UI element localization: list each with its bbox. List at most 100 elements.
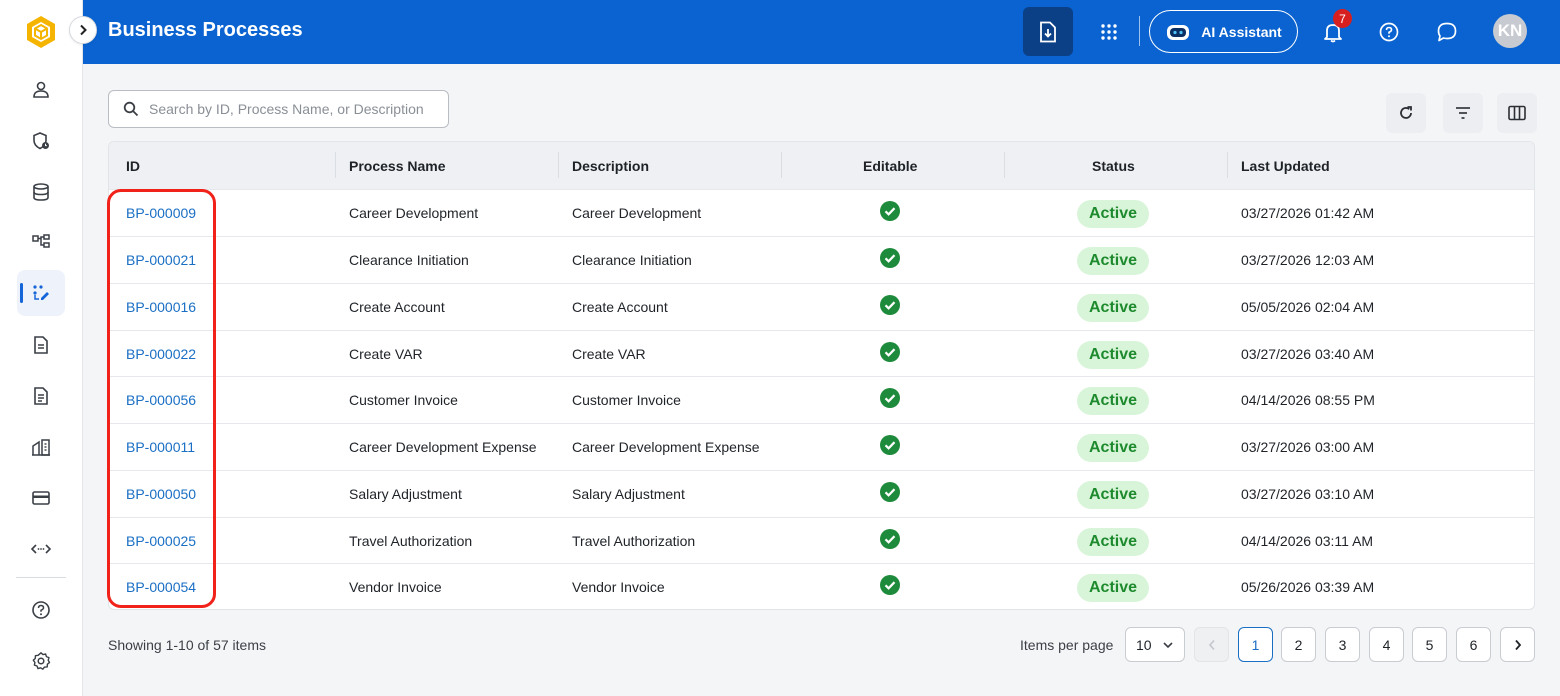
table-row[interactable]: BP-000025 Travel Authorization Travel Au… [109, 517, 1534, 564]
rail-reports[interactable] [17, 373, 65, 419]
rail-help[interactable] [17, 587, 65, 633]
process-name-cell: Create Account [349, 299, 445, 315]
table-row[interactable]: BP-000016 Create Account Create Account … [109, 283, 1534, 330]
process-id-link[interactable]: BP-000016 [126, 299, 196, 315]
column-header-editable[interactable]: Editable [863, 158, 917, 174]
items-per-page-select[interactable]: 10 [1125, 627, 1185, 662]
help-circle-icon [1379, 22, 1399, 42]
description-cell: Career Development [572, 205, 702, 221]
top-header: Business Processes AI Assistant 7 KN [83, 0, 1560, 64]
chat-button[interactable] [1429, 14, 1465, 50]
column-separator [1004, 152, 1005, 178]
apps-grid-icon [1101, 24, 1117, 40]
last-updated-cell: 03/27/2026 03:10 AM [1241, 486, 1375, 502]
table-row[interactable]: BP-000054 Vendor Invoice Vendor Invoice … [109, 563, 1534, 609]
column-header-status[interactable]: Status [1092, 158, 1135, 174]
filter-button[interactable] [1443, 93, 1483, 133]
table-row[interactable]: BP-000050 Salary Adjustment Salary Adjus… [109, 470, 1534, 517]
process-name-cell: Career Development Expense [349, 439, 537, 455]
rail-documents[interactable] [17, 322, 65, 368]
page-title: Business Processes [108, 19, 303, 41]
chevron-left-icon [1208, 639, 1215, 650]
page-button-1[interactable]: 1 [1238, 627, 1273, 662]
rail-settings[interactable] [17, 638, 65, 684]
page-button-5[interactable]: 5 [1412, 627, 1447, 662]
check-circle-icon [880, 529, 900, 549]
left-rail [0, 0, 83, 696]
last-updated-cell: 04/14/2026 08:55 PM [1241, 392, 1375, 408]
table-row[interactable]: BP-000009 Career Development Career Deve… [109, 189, 1534, 236]
table-row[interactable]: BP-000056 Customer Invoice Customer Invo… [109, 376, 1534, 423]
page-button-6[interactable]: 6 [1456, 627, 1491, 662]
ai-assistant-label: AI Assistant [1201, 23, 1282, 40]
check-circle-icon [880, 201, 900, 221]
table-row[interactable]: BP-000022 Create VAR Create VAR Active 0… [109, 330, 1534, 377]
database-icon [33, 183, 49, 201]
column-header-last-updated[interactable]: Last Updated [1241, 158, 1330, 174]
rail-payments[interactable] [17, 475, 65, 521]
description-cell: Customer Invoice [572, 392, 681, 408]
status-badge: Active [1077, 247, 1149, 275]
download-button[interactable] [1023, 7, 1073, 56]
process-id-link[interactable]: BP-000056 [126, 392, 196, 408]
prev-page-button[interactable] [1194, 627, 1229, 662]
next-page-button[interactable] [1500, 627, 1535, 662]
last-updated-cell: 04/14/2026 03:11 AM [1241, 533, 1374, 549]
last-updated-cell: 03/27/2026 12:03 AM [1241, 252, 1375, 268]
process-id-link[interactable]: BP-000009 [126, 205, 196, 221]
app-logo[interactable] [25, 15, 57, 49]
shield-clock-icon [33, 132, 49, 150]
filter-icon [1456, 107, 1470, 119]
search-box[interactable] [108, 90, 449, 128]
ai-assistant-button[interactable]: AI Assistant [1149, 10, 1298, 53]
rail-hierarchy[interactable] [17, 219, 65, 265]
refresh-button[interactable] [1386, 93, 1426, 133]
rail-user[interactable] [17, 67, 65, 113]
process-name-cell: Vendor Invoice [349, 579, 442, 595]
column-header-description[interactable]: Description [572, 158, 649, 174]
process-id-link[interactable]: BP-000054 [126, 579, 196, 595]
column-separator [558, 152, 559, 178]
columns-icon [1508, 105, 1526, 121]
rail-toggle-button[interactable] [69, 16, 97, 44]
check-circle-icon [880, 575, 900, 595]
table-row[interactable]: BP-000011 Career Development Expense Car… [109, 423, 1534, 470]
description-cell: Create VAR [572, 346, 646, 362]
description-cell: Salary Adjustment [572, 486, 685, 502]
column-header-id[interactable]: ID [126, 158, 140, 174]
page-button-2[interactable]: 2 [1281, 627, 1316, 662]
user-icon [33, 81, 49, 98]
process-id-link[interactable]: BP-000021 [126, 252, 196, 268]
help-button[interactable] [1371, 14, 1407, 50]
status-badge: Active [1077, 387, 1149, 415]
status-badge: Active [1077, 434, 1149, 462]
rail-business-processes[interactable] [17, 270, 65, 316]
column-header-process-name[interactable]: Process Name [349, 158, 446, 174]
document-icon [34, 336, 48, 354]
rail-integrations[interactable] [17, 526, 65, 572]
settings-icon [32, 652, 51, 670]
rail-database[interactable] [17, 169, 65, 215]
columns-button[interactable] [1497, 93, 1537, 133]
process-edit-icon [33, 285, 49, 300]
refresh-icon [1400, 106, 1412, 119]
chat-bubble-icon [1437, 22, 1457, 42]
rail-security[interactable] [17, 118, 65, 164]
column-separator [1227, 152, 1228, 178]
status-badge: Active [1077, 294, 1149, 322]
page-button-3[interactable]: 3 [1325, 627, 1360, 662]
process-id-link[interactable]: BP-000011 [126, 439, 195, 455]
status-badge: Active [1077, 528, 1149, 556]
search-input[interactable] [149, 101, 439, 117]
notification-count-badge: 7 [1333, 9, 1352, 28]
chevron-right-icon [80, 24, 87, 36]
rail-organizations[interactable] [17, 424, 65, 470]
user-avatar[interactable]: KN [1493, 14, 1527, 48]
process-id-link[interactable]: BP-000050 [126, 486, 196, 502]
apps-button[interactable] [1091, 14, 1127, 50]
page-button-4[interactable]: 4 [1369, 627, 1404, 662]
table-header: ID Process Name Description Editable Sta… [109, 142, 1534, 189]
process-id-link[interactable]: BP-000025 [126, 533, 196, 549]
process-id-link[interactable]: BP-000022 [126, 346, 196, 362]
table-row[interactable]: BP-000021 Clearance Initiation Clearance… [109, 236, 1534, 283]
